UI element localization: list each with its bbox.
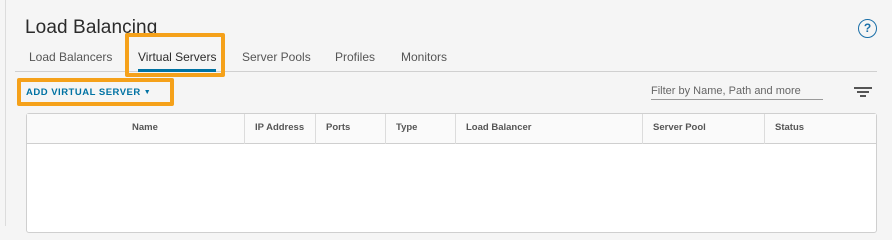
grid-header: Name IP Address Ports Type Load Balancer… (27, 114, 876, 144)
tab-profiles[interactable]: Profiles (335, 50, 375, 64)
left-rail (0, 0, 6, 226)
add-button-label: ADD VIRTUAL SERVER (26, 86, 141, 98)
filter-input[interactable] (651, 82, 823, 100)
page-title: Load Balancing (25, 17, 158, 38)
chevron-down-icon: ▼ (143, 88, 152, 96)
tab-bar: Load Balancers Virtual Servers Server Po… (15, 44, 877, 72)
virtual-servers-grid: Name IP Address Ports Type Load Balancer… (26, 113, 877, 233)
tab-monitors[interactable]: Monitors (401, 50, 447, 64)
column-server-pool[interactable]: Server Pool (642, 114, 764, 144)
column-name[interactable]: Name (132, 114, 158, 144)
column-load-balancer[interactable]: Load Balancer (455, 114, 642, 144)
add-virtual-server-button[interactable]: ADD VIRTUAL SERVER ▼ (26, 84, 151, 100)
expand-column (27, 114, 132, 144)
help-icon[interactable]: ? (858, 19, 877, 38)
column-ip-address[interactable]: IP Address (244, 114, 315, 144)
tab-server-pools[interactable]: Server Pools (242, 50, 311, 64)
column-ports[interactable]: Ports (315, 114, 385, 144)
column-type[interactable]: Type (385, 114, 455, 144)
column-status[interactable]: Status (764, 114, 876, 144)
filter-lines-icon[interactable] (854, 86, 872, 98)
tab-virtual-servers[interactable]: Virtual Servers (138, 50, 217, 72)
tab-load-balancers[interactable]: Load Balancers (29, 50, 112, 64)
